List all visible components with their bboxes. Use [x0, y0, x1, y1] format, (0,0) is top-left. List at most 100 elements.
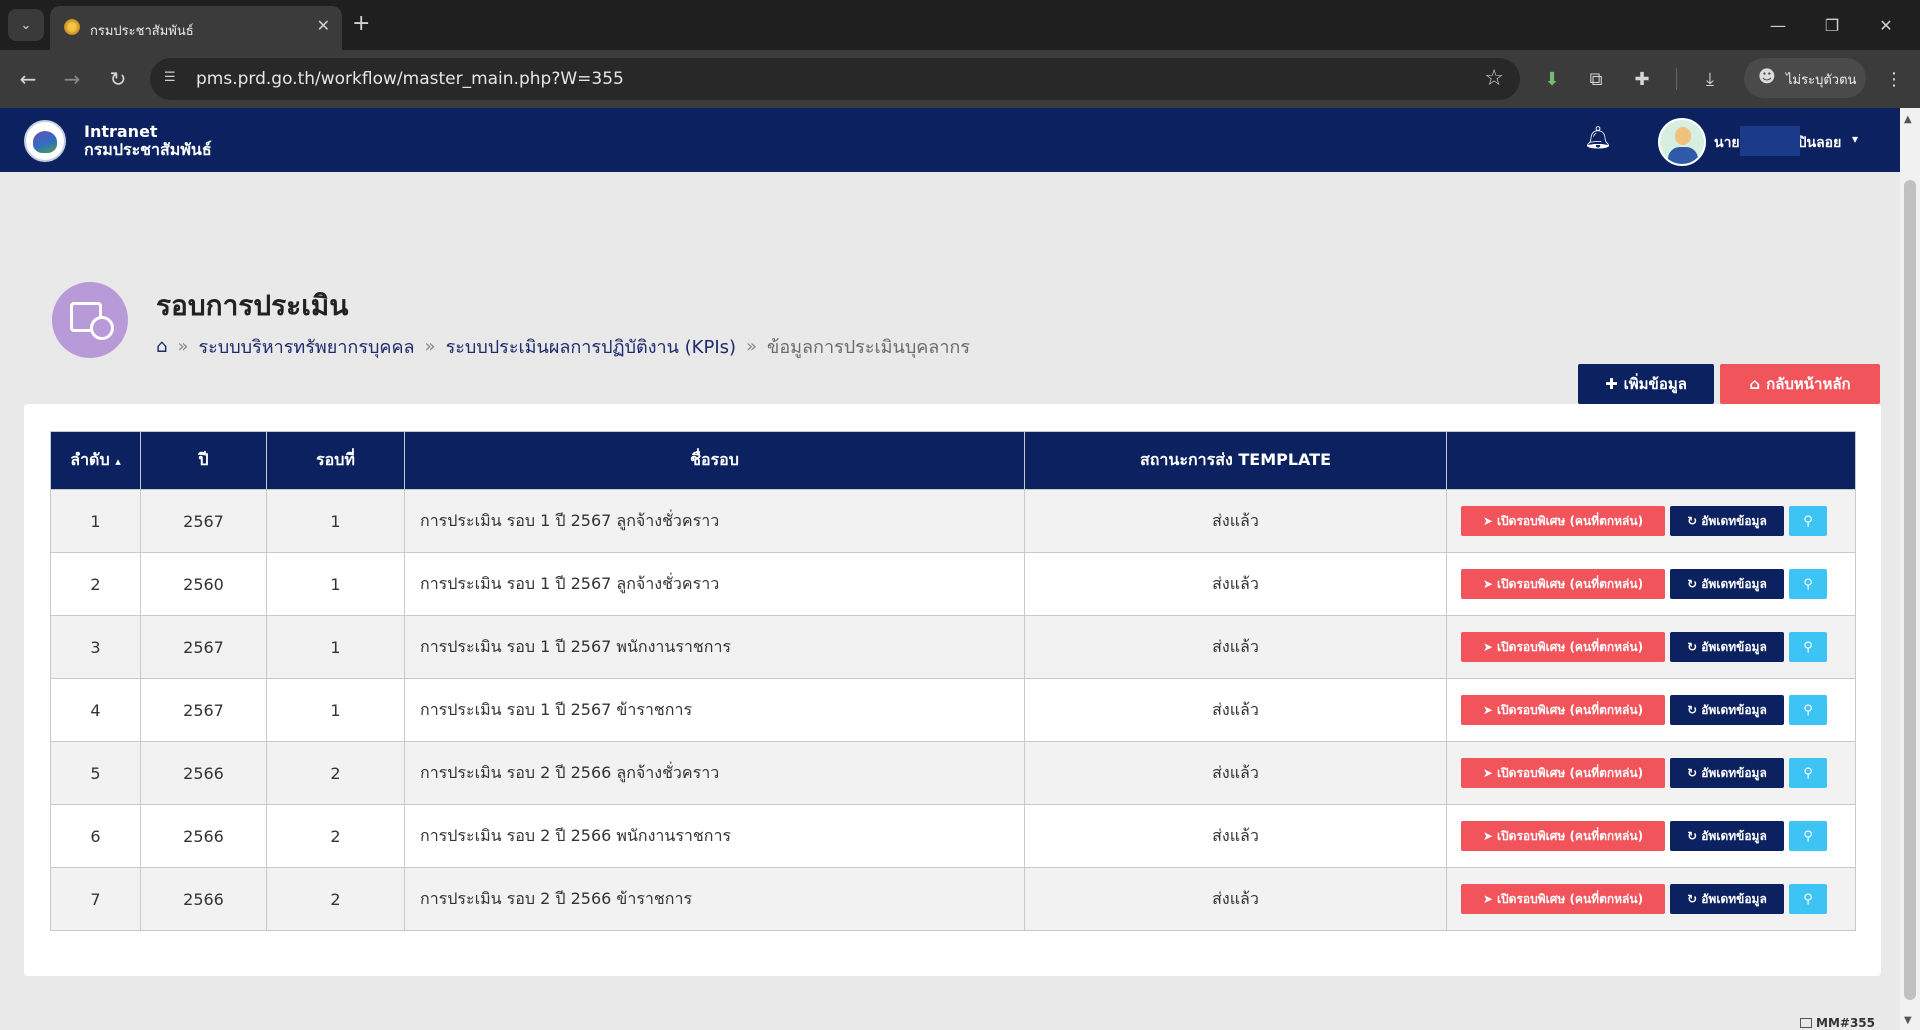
cell-round: 1 [266, 678, 405, 742]
download-extension-icon[interactable]: ⬇ [1536, 63, 1568, 95]
app-header: Intranet กรมประชาสัมพันธ์ 🔔︎ นาย ปินลอย ▾ [0, 108, 1900, 172]
chevron-down-icon[interactable]: ▾ [1852, 132, 1858, 146]
cell-round: 2 [266, 867, 405, 931]
url-text[interactable]: pms.prd.go.th/workflow/master_main.php?W… [196, 69, 624, 89]
notification-bell-icon[interactable]: 🔔︎ [1584, 126, 1612, 151]
address-bar[interactable]: ☰ pms.prd.go.th/workflow/master_main.php… [150, 58, 1520, 100]
cell-round-name: การประเมิน รอบ 1 ปี 2567 ลูกจ้างชั่วคราว [404, 489, 1025, 553]
minimize-icon[interactable]: — [1758, 10, 1798, 40]
open-special-round-button[interactable]: ➤ เปิดรอบพิเศษ (คนที่ตกหล่น) [1461, 506, 1665, 536]
scroll-up-icon[interactable]: ▲ [1904, 114, 1912, 125]
view-button[interactable]: ⚲ [1789, 758, 1827, 788]
home-icon[interactable]: ⌂ [156, 336, 167, 357]
close-tab-icon[interactable]: ✕ [317, 16, 330, 35]
tab-search-icon[interactable]: ⌄ [8, 9, 44, 41]
update-data-button[interactable]: ↻ อัพเดทข้อมูล [1670, 821, 1784, 851]
breadcrumb-item-kpi[interactable]: ระบบประเมินผลการปฏิบัติงาน (KPIs) [446, 332, 736, 361]
sort-asc-icon[interactable]: ▴ [115, 455, 121, 468]
evaluation-rounds-table: ลำดับ ▴ ปี รอบที่ ชื่อรอบ สถานะการส่ง TE… [50, 431, 1856, 931]
new-tab-icon[interactable]: + [352, 10, 370, 38]
open-special-round-button[interactable]: ➤ เปิดรอบพิเศษ (คนที่ตกหล่น) [1461, 632, 1665, 662]
cell-actions: ➤ เปิดรอบพิเศษ (คนที่ตกหล่น) ↻ อัพเดทข้อมูล… [1446, 804, 1856, 868]
view-button[interactable]: ⚲ [1789, 884, 1827, 914]
open-special-round-label: เปิดรอบพิเศษ (คนที่ตกหล่น) [1496, 891, 1644, 906]
view-button[interactable]: ⚲ [1789, 632, 1827, 662]
search-icon: ⚲ [1803, 513, 1813, 529]
column-header-year[interactable]: ปี [140, 431, 267, 490]
cell-no: 1 [50, 489, 141, 553]
update-data-button[interactable]: ↻ อัพเดทข้อมูล [1670, 569, 1784, 599]
table-row: 6 2566 2 การประเมิน รอบ 2 ปี 2566 พนักงานรา… [50, 804, 1856, 868]
add-data-button[interactable]: ✚ เพิ่มข้อมูล [1578, 364, 1714, 404]
breadcrumb-item-hr[interactable]: ระบบบริหารทรัพยากรบุคคล [198, 332, 414, 361]
cell-no: 4 [50, 678, 141, 742]
breadcrumb-separator: » [424, 336, 436, 357]
page-scrollbar[interactable]: ▲ ▼ [1900, 108, 1920, 1030]
cell-round-name: การประเมิน รอบ 1 ปี 2567 พนักงานราชการ [404, 615, 1025, 679]
cell-round-name: การประเมิน รอบ 1 ปี 2567 ข้าราชการ [404, 678, 1025, 742]
open-special-round-button[interactable]: ➤ เปิดรอบพิเศษ (คนที่ตกหล่น) [1461, 758, 1665, 788]
extensions-puzzle-icon[interactable]: ✚ [1626, 63, 1658, 95]
update-data-button[interactable]: ↻ อัพเดทข้อมูล [1670, 884, 1784, 914]
cell-no: 3 [50, 615, 141, 679]
cell-year: 2560 [140, 552, 267, 616]
column-header-no[interactable]: ลำดับ ▴ [50, 431, 141, 490]
table-row: 4 2567 1 การประเมิน รอบ 1 ปี 2567 ข้าราชการ… [50, 678, 1856, 742]
breadcrumb-item-current: ข้อมูลการประเมินบุคลากร [767, 337, 970, 358]
footer-code-text: MM#355 [1816, 1016, 1875, 1030]
paper-plane-icon: ➤ [1482, 703, 1493, 717]
column-header-status[interactable]: สถานะการส่ง TEMPLATE [1024, 431, 1447, 490]
prd-logo-icon[interactable] [24, 120, 66, 162]
reload-icon[interactable]: ↻ [102, 63, 134, 95]
column-header-name[interactable]: ชื่อรอบ [404, 431, 1025, 490]
cell-year: 2566 [140, 741, 267, 805]
restore-icon[interactable]: ❐ [1812, 10, 1852, 40]
view-button[interactable]: ⚲ [1789, 821, 1827, 851]
content-card: ลำดับ ▴ ปี รอบที่ ชื่อรอบ สถานะการส่ง TE… [24, 404, 1881, 976]
refresh-icon: ↻ [1687, 514, 1698, 528]
site-info-icon[interactable]: ☰ [164, 70, 182, 88]
downloads-icon[interactable]: ⤓ [1694, 63, 1726, 95]
table-row: 3 2567 1 การประเมิน รอบ 1 ปี 2567 พนักงานรา… [50, 615, 1856, 679]
close-window-icon[interactable]: ✕ [1866, 10, 1906, 40]
forward-icon[interactable]: → [56, 63, 88, 95]
cell-actions: ➤ เปิดรอบพิเศษ (คนที่ตกหล่น) ↻ อัพเดทข้อมูล… [1446, 615, 1856, 679]
brand-line2: กรมประชาสัมพันธ์ [84, 140, 212, 159]
update-data-button[interactable]: ↻ อัพเดทข้อมูล [1670, 506, 1784, 536]
open-special-round-button[interactable]: ➤ เปิดรอบพิเศษ (คนที่ตกหล่น) [1461, 695, 1665, 725]
view-button[interactable]: ⚲ [1789, 506, 1827, 536]
cell-status: ส่งแล้ว [1024, 489, 1447, 553]
paper-plane-icon: ➤ [1482, 640, 1493, 654]
search-icon: ⚲ [1803, 828, 1813, 844]
profile-label: ไม่ระบุตัวตน [1786, 73, 1857, 88]
scrollbar-thumb[interactable] [1904, 180, 1916, 1000]
brand[interactable]: Intranet กรมประชาสัมพันธ์ [84, 123, 212, 159]
open-special-round-button[interactable]: ➤ เปิดรอบพิเศษ (คนที่ตกหล่น) [1461, 569, 1665, 599]
browser-tab[interactable]: กรมประชาสัมพันธ์ ✕ [50, 6, 342, 50]
open-special-round-label: เปิดรอบพิเศษ (คนที่ตกหล่น) [1496, 765, 1644, 780]
back-home-button[interactable]: ⌂ กลับหน้าหลัก [1720, 364, 1880, 404]
cell-status: ส่งแล้ว [1024, 678, 1447, 742]
footer-code: MM#355 [1800, 1016, 1875, 1030]
profile-chip[interactable]: ☻ ไม่ระบุตัวตน [1744, 58, 1866, 98]
open-special-round-button[interactable]: ➤ เปิดรอบพิเศษ (คนที่ตกหล่น) [1461, 821, 1665, 851]
update-data-button[interactable]: ↻ อัพเดทข้อมูล [1670, 695, 1784, 725]
bookmark-star-icon[interactable]: ☆ [1484, 66, 1504, 91]
update-data-button[interactable]: ↻ อัพเดทข้อมูล [1670, 632, 1784, 662]
view-button[interactable]: ⚲ [1789, 569, 1827, 599]
screenshot-extension-icon[interactable]: ⧉ [1580, 63, 1612, 95]
menu-kebab-icon[interactable]: ⋮ [1878, 63, 1910, 95]
user-prefix: นาย [1714, 135, 1740, 151]
scroll-down-icon[interactable]: ▼ [1904, 1015, 1912, 1026]
search-icon: ⚲ [1803, 639, 1813, 655]
view-button[interactable]: ⚲ [1789, 695, 1827, 725]
update-data-label: อัพเดทข้อมูล [1701, 891, 1767, 906]
user-avatar[interactable] [1658, 118, 1706, 166]
cell-round: 2 [266, 741, 405, 805]
column-header-round[interactable]: รอบที่ [266, 431, 405, 490]
back-icon[interactable]: ← [12, 63, 44, 95]
update-data-button[interactable]: ↻ อัพเดทข้อมูล [1670, 758, 1784, 788]
cell-no: 6 [50, 804, 141, 868]
open-special-round-button[interactable]: ➤ เปิดรอบพิเศษ (คนที่ตกหล่น) [1461, 884, 1665, 914]
cell-round: 1 [266, 615, 405, 679]
